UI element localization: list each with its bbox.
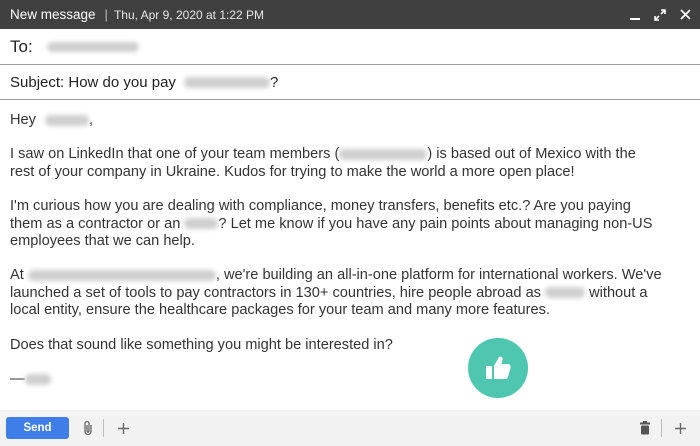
- paragraph-3: At , we're building an all-in-one platfo…: [10, 267, 662, 320]
- message-timestamp: Thu, Apr 9, 2020 at 1:22 PM: [113, 7, 265, 22]
- greeting-comma: ,: [89, 112, 94, 128]
- team-member-redacted: [339, 148, 428, 160]
- compose-toolbar: Send: [0, 410, 700, 446]
- trash-icon[interactable]: [637, 419, 653, 437]
- minimize-icon[interactable]: [628, 8, 642, 22]
- add-icon-right[interactable]: [672, 419, 688, 437]
- thumbs-up-icon: [486, 356, 511, 379]
- thumbs-up-badge: [468, 338, 528, 398]
- subject-field[interactable]: Subject: How do you pay ?: [0, 66, 700, 100]
- window-title: New message: [10, 7, 96, 22]
- p3-text-c: launched a set of tools to pay contracto…: [10, 284, 541, 301]
- recipient-email-redacted: [46, 41, 139, 52]
- p1-text-c: rest of your company in Ukraine. Kudos f…: [10, 163, 575, 180]
- p3-text-e: local entity, ensure the healthcare pack…: [10, 302, 550, 319]
- to-field[interactable]: To:: [0, 29, 700, 65]
- p3-text-a: At: [10, 267, 24, 283]
- paragraph-2: I'm curious how you are dealing with com…: [10, 198, 652, 251]
- paragraph-4: Does that sound like something you might…: [10, 337, 393, 353]
- subject-name-redacted: [183, 77, 270, 88]
- p3-text-b: , we're building an all-in-one platform …: [215, 267, 662, 283]
- p2-text-a: I'm curious how you are dealing with com…: [10, 198, 631, 214]
- greeting-line: Hey ,: [10, 112, 93, 130]
- add-icon[interactable]: [115, 419, 131, 437]
- paragraph-1: I saw on LinkedIn that one of your team …: [10, 146, 636, 181]
- greeting-text: Hey: [10, 112, 36, 128]
- p2-text-b: them as a contractor or an: [10, 215, 181, 232]
- company-name-redacted: [27, 269, 216, 281]
- p1-text-a: I saw on LinkedIn that one of your team …: [10, 146, 340, 162]
- subject-suffix: ?: [269, 74, 279, 91]
- toolbar-divider-right: [661, 419, 662, 437]
- expand-icon[interactable]: [653, 8, 667, 22]
- p3-text-d: without a: [589, 284, 648, 301]
- window-controls: [628, 0, 692, 29]
- attach-icon[interactable]: [80, 419, 96, 437]
- subject-text: Subject: How do you pay: [10, 74, 176, 91]
- toolbar-divider: [103, 419, 104, 437]
- p2-text-d: employees that we can help.: [10, 233, 195, 250]
- signature-line: —: [10, 371, 51, 389]
- p2-text-c: ? Let me know if you have any pain point…: [218, 215, 653, 232]
- compose-title-bar: New message | Thu, Apr 9, 2020 at 1:22 P…: [0, 0, 700, 29]
- signoff-dash: —: [10, 371, 25, 387]
- close-icon[interactable]: [678, 8, 692, 22]
- p1-text-b: ) is based out of Mexico with the: [427, 146, 636, 162]
- to-label: To:: [10, 36, 33, 56]
- recipient-name-redacted: [45, 114, 90, 126]
- sender-name-redacted: [24, 373, 51, 385]
- employment-type-redacted: [184, 218, 219, 230]
- send-button[interactable]: Send: [6, 417, 69, 439]
- hire-type-redacted: [545, 287, 586, 299]
- title-separator: |: [104, 7, 108, 22]
